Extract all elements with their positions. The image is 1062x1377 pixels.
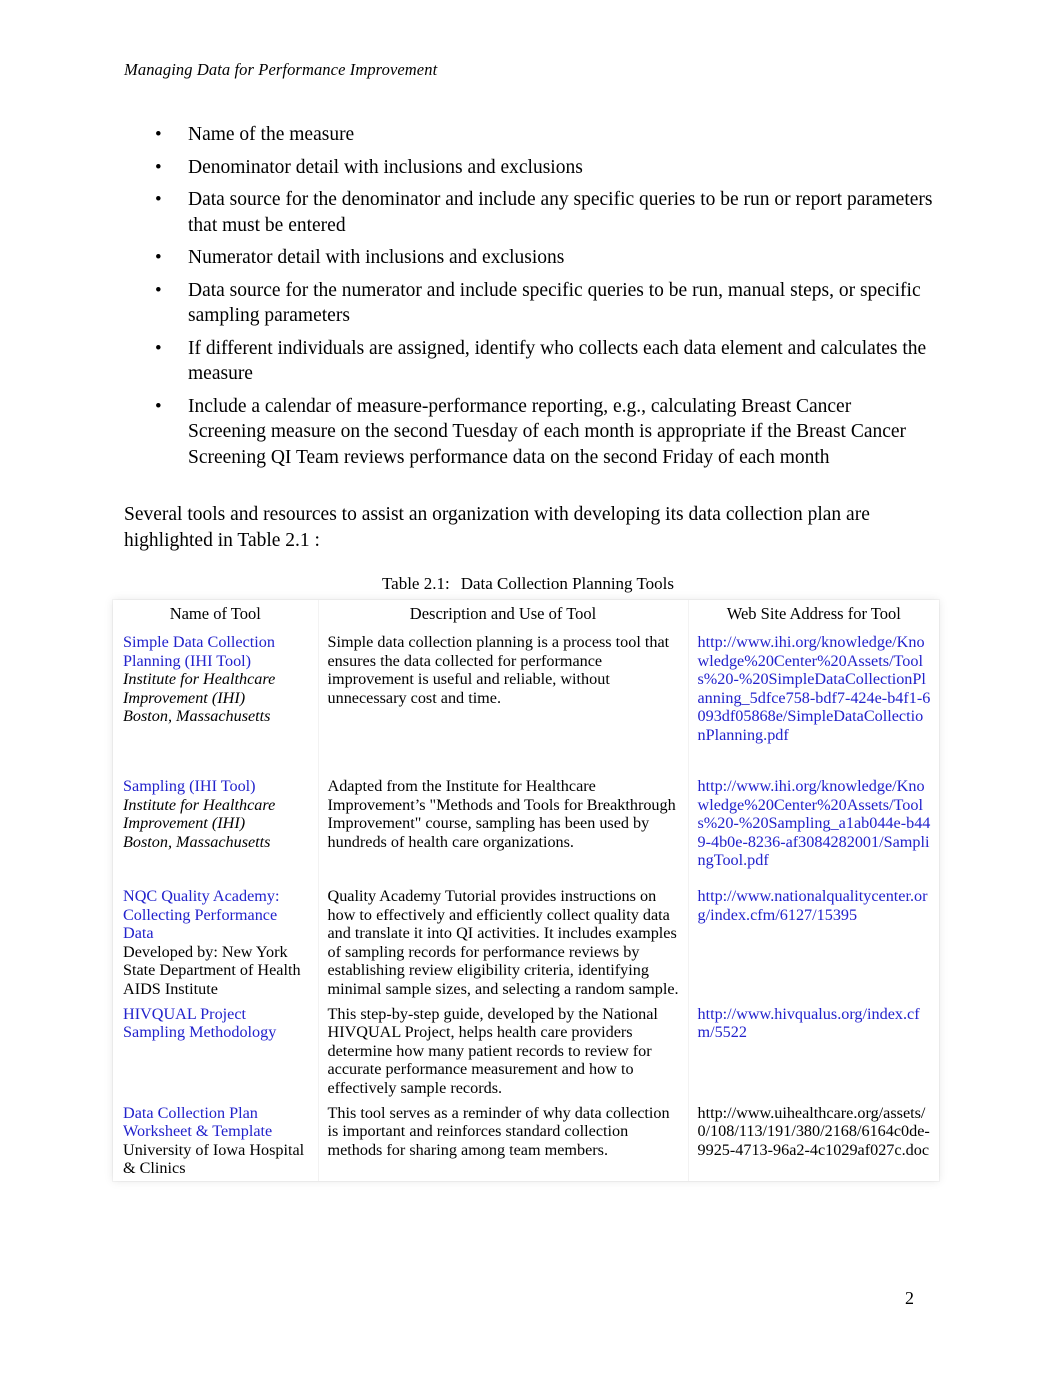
bullet-marker-icon: • — [155, 279, 162, 301]
cell-tool-name: NQC Quality Academy: Collecting Performa… — [113, 884, 319, 1002]
website-link[interactable]: http://www.nationalqualitycenter.org/ind… — [698, 887, 932, 924]
list-item-text: Data source for the numerator and includ… — [188, 279, 921, 327]
tool-org-line: & Clinics — [123, 1159, 186, 1178]
intro-paragraph: Several tools and resources to assist an… — [124, 504, 870, 551]
cell-tool-name: Simple Data Collection Planning (IHI Too… — [113, 630, 319, 774]
document-page: Managing Data for Performance Improvemen… — [0, 0, 1062, 1377]
list-item-text: Denominator detail with inclusions and e… — [188, 156, 583, 178]
tool-link[interactable]: Simple Data Collection Planning (IHI Too… — [123, 633, 310, 670]
bullet-marker-icon: • — [155, 337, 162, 359]
tool-org-line: Institute for Healthcare — [123, 795, 276, 814]
list-item: • Include a calendar of measure-performa… — [124, 394, 934, 471]
list-item: • Data source for the denominator and in… — [124, 187, 934, 238]
tool-link[interactable]: NQC Quality Academy: Collecting Performa… — [123, 887, 310, 943]
list-item-text: If different individuals are assigned, i… — [188, 337, 927, 385]
cell-description: This step-by-step guide, developed by th… — [318, 1001, 689, 1101]
cell-description: Adapted from the Institute for Healthcar… — [318, 774, 689, 884]
table-header-row: Name of Tool Description and Use of Tool… — [113, 600, 939, 630]
cell-website: http://www.nationalqualitycenter.org/ind… — [688, 884, 939, 1002]
list-item: • If different individuals are assigned,… — [124, 336, 934, 387]
cell-description: Quality Academy Tutorial provides instru… — [318, 884, 689, 1002]
tool-org-line: Institute for Healthcare — [123, 670, 276, 689]
bullet-marker-icon: • — [155, 124, 162, 145]
table-row: NQC Quality Academy: Collecting Performa… — [113, 884, 939, 1002]
tool-org-line: Improvement (IHI) — [123, 688, 246, 707]
cell-website: http://www.uihealthcare.org/assets/0/108… — [688, 1101, 939, 1181]
cell-website: http://www.hivqualus.org/index.cfm/5522 — [688, 1002, 939, 1101]
list-item: • Numerator detail with inclusions and e… — [124, 245, 934, 271]
description-text: Simple data collection planning is a pro… — [327, 633, 670, 707]
table-caption-label: Table 2.1: — [381, 574, 450, 593]
tool-org-line: Boston, Massachusetts — [123, 707, 271, 726]
data-collection-tools-table: Name of Tool Description and Use of Tool… — [113, 600, 939, 1181]
tool-link[interactable]: HIVQUAL Project Sampling Methodology — [123, 1005, 310, 1042]
website-link[interactable]: http://www.ihi.org/knowledge/Knowledge%2… — [698, 633, 932, 745]
column-header-description: Description and Use of Tool — [318, 600, 689, 630]
table-row: Sampling (IHI Tool) Institute for Health… — [113, 774, 939, 884]
page-number: 2 — [905, 1288, 914, 1308]
website-link[interactable]: http://www.ihi.org/knowledge/Knowledge%2… — [698, 777, 932, 870]
bullet-list: • Name of the measure • Denominator deta… — [124, 122, 934, 477]
list-item-text: Data source for the denominator and incl… — [188, 189, 933, 236]
list-item: • Denominator detail with inclusions and… — [124, 155, 934, 181]
bullet-marker-icon: • — [155, 395, 162, 417]
tool-org-line: Improvement (IHI) — [123, 814, 246, 833]
tool-org-line: State Department of Health — [123, 961, 301, 980]
table-caption: Table 2.1: Data Collection Planning Tools — [124, 574, 932, 594]
column-header-website: Web Site Address for Tool — [726, 604, 901, 623]
table-caption-title: Data Collection Planning Tools — [460, 574, 675, 593]
tool-link[interactable]: Sampling (IHI Tool) — [123, 777, 310, 796]
bullet-marker-icon: • — [155, 247, 162, 268]
running-header: Managing Data for Performance Improvemen… — [124, 60, 438, 79]
description-text: This step-by-step guide, developed by th… — [327, 1004, 658, 1097]
tool-org-line: Developed by: New York — [123, 942, 288, 961]
table-row: HIVQUAL Project Sampling Methodology Thi… — [113, 1001, 939, 1101]
bullet-marker-icon: • — [155, 156, 162, 178]
table-row: Data Collection Plan Worksheet & Templat… — [113, 1100, 939, 1181]
description-text: This tool serves as a reminder of why da… — [327, 1103, 670, 1159]
cell-website: http://www.ihi.org/knowledge/Knowledge%2… — [688, 630, 939, 774]
description-text: Quality Academy Tutorial provides instru… — [327, 887, 679, 998]
list-item-text: Name of the measure — [188, 124, 355, 145]
website-link[interactable]: http://www.hivqualus.org/index.cfm/5522 — [698, 1005, 932, 1042]
cell-description: Simple data collection planning is a pro… — [318, 630, 689, 774]
list-item-text: Numerator detail with inclusions and exc… — [188, 247, 565, 268]
cell-description: This tool serves as a reminder of why da… — [318, 1100, 689, 1181]
tool-link[interactable]: Data Collection Plan Worksheet & Templat… — [123, 1104, 310, 1141]
column-header-name-of-tool: Name of Tool — [113, 600, 319, 630]
website-url-text: http://www.uihealthcare.org/assets/0/108… — [697, 1103, 930, 1159]
tool-org-line: Boston, Massachusetts — [123, 832, 271, 851]
cell-tool-name: Sampling (IHI Tool) Institute for Health… — [113, 774, 319, 884]
description-text: Adapted from the Institute for Healthcar… — [327, 777, 676, 851]
bullet-marker-icon: • — [155, 189, 162, 210]
cell-tool-name: HIVQUAL Project Sampling Methodology — [113, 1001, 319, 1101]
table-row: Simple Data Collection Planning (IHI Too… — [113, 630, 939, 774]
list-item: • Data source for the numerator and incl… — [124, 278, 934, 329]
cell-tool-name: Data Collection Plan Worksheet & Templat… — [113, 1100, 319, 1181]
cell-website: http://www.ihi.org/knowledge/Knowledge%2… — [688, 774, 939, 884]
list-item-text: Include a calendar of measure-performanc… — [188, 395, 907, 468]
tool-org-line: AIDS Institute — [123, 979, 218, 998]
list-item: • Name of the measure — [124, 122, 934, 148]
tool-org-line: University of Iowa Hospital — [123, 1140, 305, 1159]
